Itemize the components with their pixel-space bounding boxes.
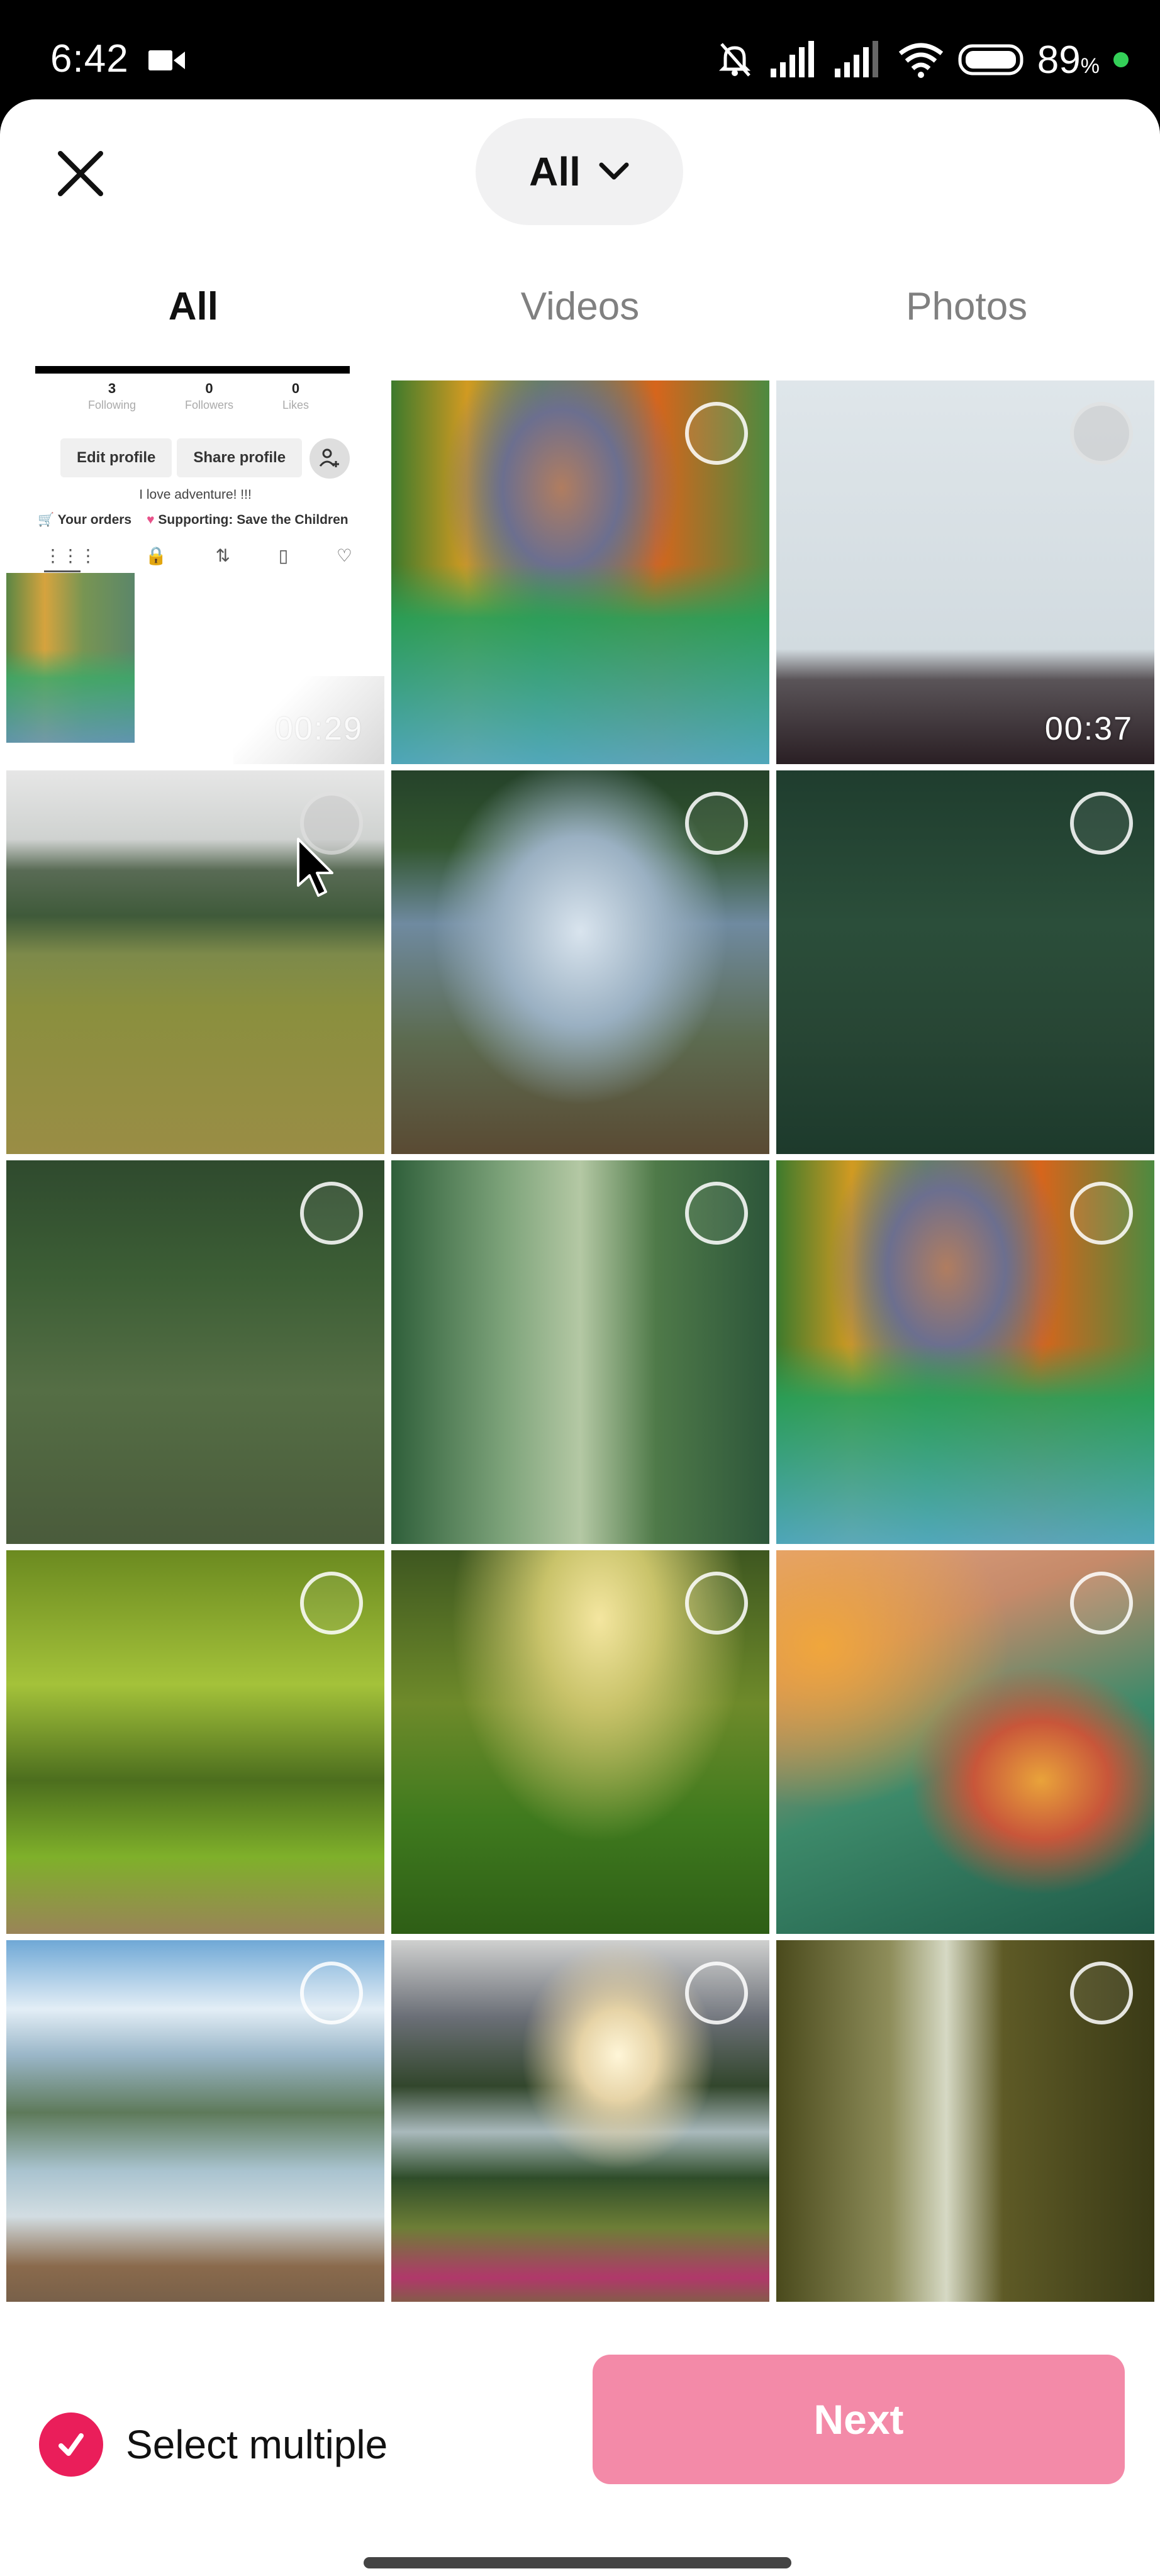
cart-icon: 🛒 <box>38 513 55 527</box>
grid-icon: ⋮⋮⋮ <box>44 546 97 565</box>
supporting-link: ♥ Supporting: Save the Children <box>147 513 349 527</box>
lock-icon: 🔒 <box>145 546 167 565</box>
media-item-photo[interactable] <box>391 380 769 764</box>
select-multiple-toggle[interactable]: Select multiple <box>39 2412 388 2477</box>
chevron-down-icon <box>599 162 629 180</box>
media-item-video[interactable]: 00:37 <box>776 380 1154 764</box>
media-item-photo[interactable] <box>6 770 384 1154</box>
profile-stats: 3 Following 0 Followers 0 Likes <box>44 380 347 418</box>
media-grid: 3 Following 0 Followers 0 Likes Edit profil… <box>6 380 1155 2324</box>
video-duration: 00:29 <box>274 711 363 747</box>
active-tab-indicator <box>35 366 350 374</box>
signal-icon <box>770 41 814 77</box>
next-button[interactable]: Next <box>593 2355 1125 2484</box>
profile-tab-underline <box>44 570 81 572</box>
status-time: 6:42 <box>50 37 129 80</box>
liked-icon: ♡ <box>336 546 352 565</box>
wifi-icon <box>898 43 943 78</box>
tab-all[interactable]: All <box>0 250 387 364</box>
media-item-photo[interactable] <box>391 1550 769 1934</box>
privacy-indicator-dot <box>1113 52 1129 67</box>
video-duration: 00:37 <box>1044 711 1133 747</box>
status-icons: 89% <box>714 38 1129 82</box>
select-circle[interactable] <box>300 1572 363 1635</box>
select-multiple-label: Select multiple <box>126 2422 388 2467</box>
profile-stat-following: 3 Following <box>88 380 137 411</box>
media-item-photo[interactable] <box>776 770 1154 1154</box>
select-circle[interactable] <box>685 792 748 855</box>
profile-stat-likes: 0 Likes <box>282 380 309 411</box>
battery-percent: 89% <box>1037 38 1100 82</box>
tab-photos[interactable]: Photos <box>773 250 1160 364</box>
profile-buttons: Edit profile Share profile <box>60 438 350 479</box>
checkmark-icon[interactable] <box>39 2412 103 2477</box>
status-bar: 6:42 89% <box>0 0 1160 101</box>
repost-icon: ⇅ <box>215 546 230 565</box>
tab-videos[interactable]: Videos <box>387 250 774 364</box>
media-item-photo[interactable] <box>391 1940 769 2324</box>
media-item-photo[interactable] <box>6 1550 384 1934</box>
select-circle[interactable] <box>1070 1572 1133 1635</box>
add-friend-icon <box>310 438 350 479</box>
album-selector[interactable]: All <box>476 118 683 225</box>
signal-icon <box>834 41 878 77</box>
select-circle[interactable] <box>1070 1962 1133 2024</box>
media-item-photo[interactable] <box>391 770 769 1154</box>
heart-icon: ♥ <box>147 513 155 527</box>
profile-post-thumbnail <box>6 573 135 743</box>
battery-icon <box>958 44 1023 75</box>
album-selector-label: All <box>529 149 581 194</box>
media-type-tabs: All Videos Photos <box>0 250 1160 364</box>
mute-bell-icon <box>718 43 750 77</box>
media-item-photo[interactable] <box>776 1940 1154 2324</box>
profile-bio: I love adventure! !!! <box>139 487 252 502</box>
profile-stat-followers: 0 Followers <box>184 380 234 411</box>
mouse-cursor-icon <box>297 838 333 897</box>
media-item-photo[interactable] <box>391 1160 769 1544</box>
edit-profile-label: Edit profile <box>60 438 172 477</box>
media-item-photo[interactable] <box>6 1160 384 1544</box>
select-circle[interactable] <box>300 1962 363 2024</box>
close-button[interactable] <box>50 143 111 204</box>
orders-link: 🛒 Your orders <box>38 513 132 527</box>
media-item-video[interactable]: 3 Following 0 Followers 0 Likes Edit profil… <box>6 380 384 764</box>
select-circle[interactable] <box>300 1182 363 1245</box>
bookmark-icon: ▯ <box>278 546 289 565</box>
bottom-action-bar: Select multiple Next <box>0 2302 1160 2576</box>
select-circle[interactable] <box>685 1962 748 2024</box>
video-camera-icon <box>148 50 185 70</box>
media-item-photo[interactable] <box>6 1940 384 2324</box>
media-item-photo[interactable] <box>776 1160 1154 1544</box>
home-indicator[interactable] <box>364 2557 791 2568</box>
media-item-photo[interactable] <box>776 1550 1154 1934</box>
profile-tab-icons: ⋮⋮⋮ 🔒 ⇅ ▯ ♡ <box>44 545 352 566</box>
select-circle[interactable] <box>1070 402 1133 465</box>
select-circle[interactable] <box>1070 1182 1133 1245</box>
select-circle[interactable] <box>685 402 748 465</box>
close-icon <box>58 151 103 196</box>
share-profile-label: Share profile <box>177 438 303 477</box>
profile-links: 🛒 Your orders ♥ Supporting: Save the Chi… <box>38 513 349 528</box>
select-circle[interactable] <box>685 1182 748 1245</box>
select-circle[interactable] <box>1070 792 1133 855</box>
media-picker-sheet: All All Videos Photos 3 Following 0 Follow… <box>0 99 1160 2576</box>
select-circle[interactable] <box>685 1572 748 1635</box>
